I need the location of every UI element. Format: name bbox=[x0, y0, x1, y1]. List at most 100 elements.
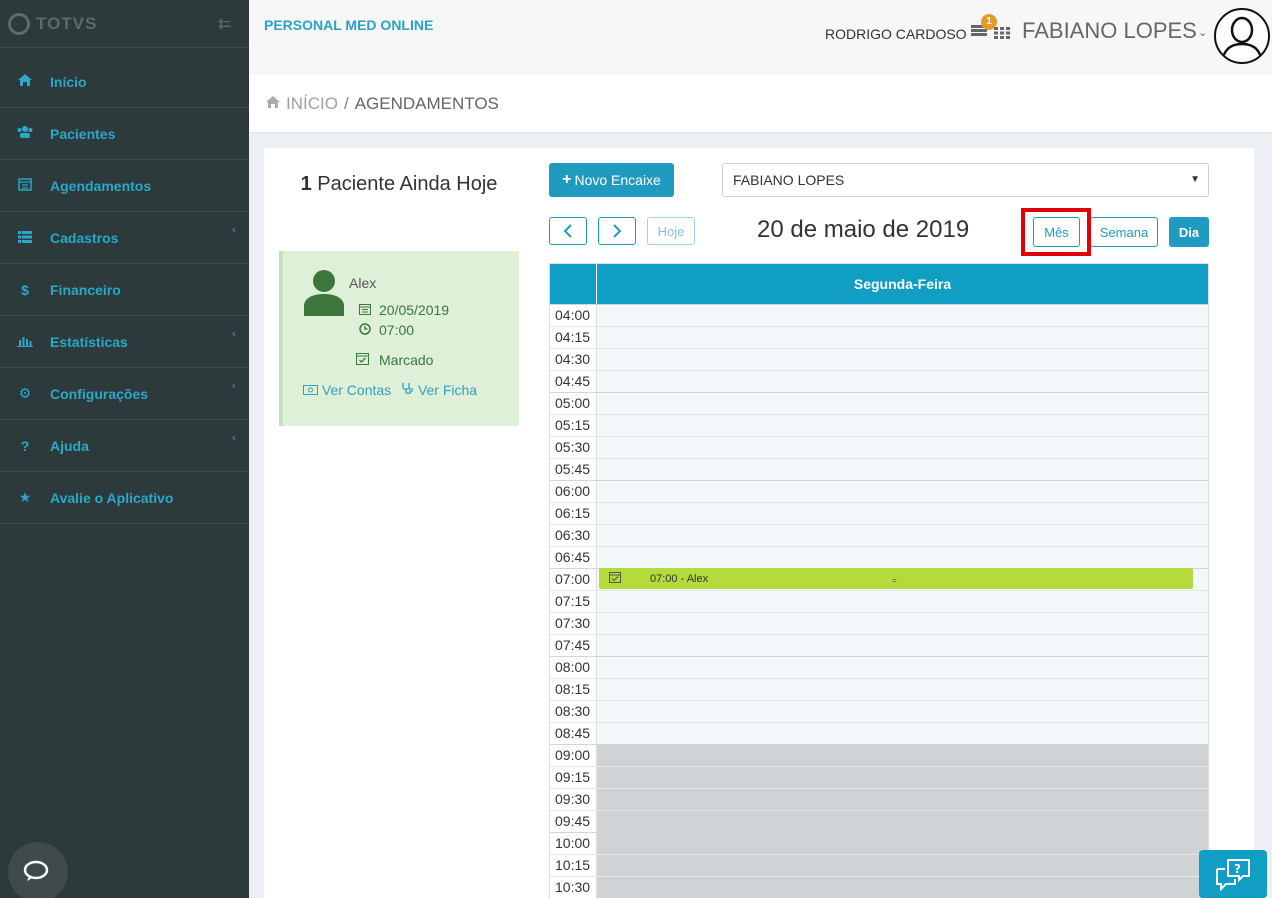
time-slot-cell[interactable] bbox=[597, 503, 1208, 524]
sidebar-item-agendamentos[interactable]: Agendamentos bbox=[0, 160, 249, 212]
prev-button[interactable] bbox=[549, 217, 587, 245]
sidebar-item-configuracoes[interactable]: ⚙ Configurações ‹ bbox=[0, 368, 249, 420]
time-slot-row[interactable]: 08:00 bbox=[550, 656, 1208, 678]
time-slot-row[interactable]: 10:15 bbox=[550, 854, 1208, 876]
time-slot-cell[interactable] bbox=[597, 811, 1208, 832]
time-slot-cell[interactable] bbox=[597, 723, 1208, 744]
pending-patients-title: 1 Paciente Ainda Hoje bbox=[264, 172, 534, 196]
time-slot-cell[interactable] bbox=[597, 371, 1208, 392]
time-label: 08:30 bbox=[550, 701, 597, 722]
time-slot-cell[interactable] bbox=[597, 481, 1208, 502]
time-slot-cell[interactable] bbox=[597, 591, 1208, 612]
time-label: 04:00 bbox=[550, 305, 597, 326]
sidebar-item-estatisticas[interactable]: Estatísticas ‹ bbox=[0, 316, 249, 368]
breadcrumb-separator: / bbox=[343, 93, 349, 113]
ver-contas-link[interactable]: Ver Contas bbox=[303, 382, 395, 398]
time-slot-cell[interactable] bbox=[597, 679, 1208, 700]
next-button[interactable] bbox=[598, 217, 636, 245]
time-slot-row[interactable]: 09:15 bbox=[550, 766, 1208, 788]
plus-icon: + bbox=[562, 171, 572, 188]
event-label: 07:00 - Alex bbox=[650, 573, 709, 585]
view-day-button[interactable]: Dia bbox=[1169, 217, 1209, 247]
time-slot-cell[interactable] bbox=[597, 789, 1208, 810]
sidebar-item-ajuda[interactable]: ? Ajuda ‹ bbox=[0, 420, 249, 472]
time-slot-cell[interactable] bbox=[597, 635, 1208, 656]
chat-button[interactable] bbox=[8, 842, 68, 898]
brand: TOTVS ⇇ bbox=[0, 0, 249, 48]
sidebar-item-pacientes[interactable]: Pacientes bbox=[0, 108, 249, 160]
avatar[interactable] bbox=[1214, 8, 1270, 64]
novo-encaixe-button[interactable]: + Novo Encaixe bbox=[549, 163, 674, 197]
sidebar-item-label: Avalie o Aplicativo bbox=[50, 489, 174, 506]
time-slot-row[interactable]: 06:15 bbox=[550, 502, 1208, 524]
time-slot-row[interactable]: 08:45 bbox=[550, 722, 1208, 744]
breadcrumb-home[interactable]: INÍCIO bbox=[286, 94, 338, 114]
time-slot-cell[interactable] bbox=[597, 327, 1208, 348]
time-label: 06:45 bbox=[550, 547, 597, 568]
pending-label: Paciente Ainda Hoje bbox=[317, 173, 498, 195]
calendar-event[interactable]: 07:00 - Alex = bbox=[599, 568, 1193, 589]
totvs-logo-icon bbox=[8, 12, 30, 35]
doctor-select[interactable]: FABIANO LOPES ▼ bbox=[722, 163, 1209, 197]
secondary-user-name[interactable]: RODRIGO CARDOSO bbox=[825, 26, 967, 42]
help-button[interactable]: ? bbox=[1199, 850, 1267, 898]
time-slot-row[interactable]: 06:45 bbox=[550, 546, 1208, 568]
time-slot-row[interactable]: 09:45 bbox=[550, 810, 1208, 832]
time-slot-row[interactable]: 08:15 bbox=[550, 678, 1208, 700]
time-slot-cell[interactable] bbox=[597, 833, 1208, 854]
primary-user-name[interactable]: FABIANO LOPES bbox=[1022, 18, 1197, 44]
time-slot-cell[interactable] bbox=[597, 701, 1208, 722]
time-slot-row[interactable]: 04:00 bbox=[550, 304, 1208, 326]
time-slot-row[interactable]: 09:00 bbox=[550, 744, 1208, 766]
app-title[interactable]: PERSONAL MED ONLINE bbox=[264, 17, 433, 33]
time-slot-cell[interactable] bbox=[597, 393, 1208, 414]
time-slot-row[interactable]: 07:15 bbox=[550, 590, 1208, 612]
sidebar-item-inicio[interactable]: Início bbox=[0, 56, 249, 108]
sidebar-item-label: Cadastros bbox=[50, 229, 119, 246]
notification-button[interactable]: 1 bbox=[971, 14, 997, 41]
time-slot-cell[interactable] bbox=[597, 525, 1208, 546]
chevron-left-icon: ‹ bbox=[232, 224, 236, 236]
apps-grid-icon[interactable] bbox=[994, 26, 1010, 44]
sidebar-item-cadastros[interactable]: Cadastros ‹ bbox=[0, 212, 249, 264]
time-slot-row[interactable]: 05:00 bbox=[550, 392, 1208, 414]
chevron-down-icon[interactable]: ⌄ bbox=[1198, 26, 1207, 39]
time-slot-cell[interactable] bbox=[597, 305, 1208, 326]
time-slot-row[interactable]: 10:00 bbox=[550, 832, 1208, 854]
time-label: 08:00 bbox=[550, 657, 597, 678]
time-slot-row[interactable]: 04:30 bbox=[550, 348, 1208, 370]
time-slot-row[interactable]: 05:30 bbox=[550, 436, 1208, 458]
time-slot-row[interactable]: 06:00 bbox=[550, 480, 1208, 502]
time-slot-cell[interactable] bbox=[597, 877, 1208, 898]
time-slot-cell[interactable] bbox=[597, 855, 1208, 876]
time-slot-row[interactable]: 09:30 bbox=[550, 788, 1208, 810]
time-slot-cell[interactable] bbox=[597, 767, 1208, 788]
resize-handle[interactable]: = bbox=[892, 576, 897, 585]
time-slot-cell[interactable] bbox=[597, 613, 1208, 634]
appointment-status-row: Marcado bbox=[356, 352, 433, 368]
sidebar-item-avalie[interactable]: ★ Avalie o Aplicativo bbox=[0, 472, 249, 524]
time-slot-row[interactable]: 07:45 bbox=[550, 634, 1208, 656]
time-slot-row[interactable]: 04:15 bbox=[550, 326, 1208, 348]
time-slot-cell[interactable] bbox=[597, 745, 1208, 766]
view-week-button[interactable]: Semana bbox=[1090, 217, 1158, 247]
time-slot-row[interactable]: 04:45 bbox=[550, 370, 1208, 392]
time-slot-cell[interactable] bbox=[597, 547, 1208, 568]
time-slot-cell[interactable] bbox=[597, 437, 1208, 458]
time-slot-row[interactable]: 10:30 bbox=[550, 876, 1208, 898]
time-slot-cell[interactable] bbox=[597, 349, 1208, 370]
time-slot-cell[interactable] bbox=[597, 657, 1208, 678]
time-slot-cell[interactable] bbox=[597, 415, 1208, 436]
time-slot-row[interactable]: 06:30 bbox=[550, 524, 1208, 546]
sidebar-item-financeiro[interactable]: $ Financeiro bbox=[0, 264, 249, 316]
time-slot-row[interactable]: 05:15 bbox=[550, 414, 1208, 436]
appointment-time: 07:00 bbox=[379, 322, 415, 338]
time-slot-row[interactable]: 05:45 bbox=[550, 458, 1208, 480]
today-button[interactable]: Hoje bbox=[647, 217, 695, 245]
users-icon bbox=[0, 125, 50, 142]
time-slot-row[interactable]: 07:30 bbox=[550, 612, 1208, 634]
time-slot-row[interactable]: 08:30 bbox=[550, 700, 1208, 722]
time-slot-cell[interactable] bbox=[597, 459, 1208, 480]
collapse-sidebar-icon[interactable]: ⇇ bbox=[218, 14, 231, 34]
ver-ficha-link[interactable]: Ver Ficha bbox=[401, 382, 477, 398]
